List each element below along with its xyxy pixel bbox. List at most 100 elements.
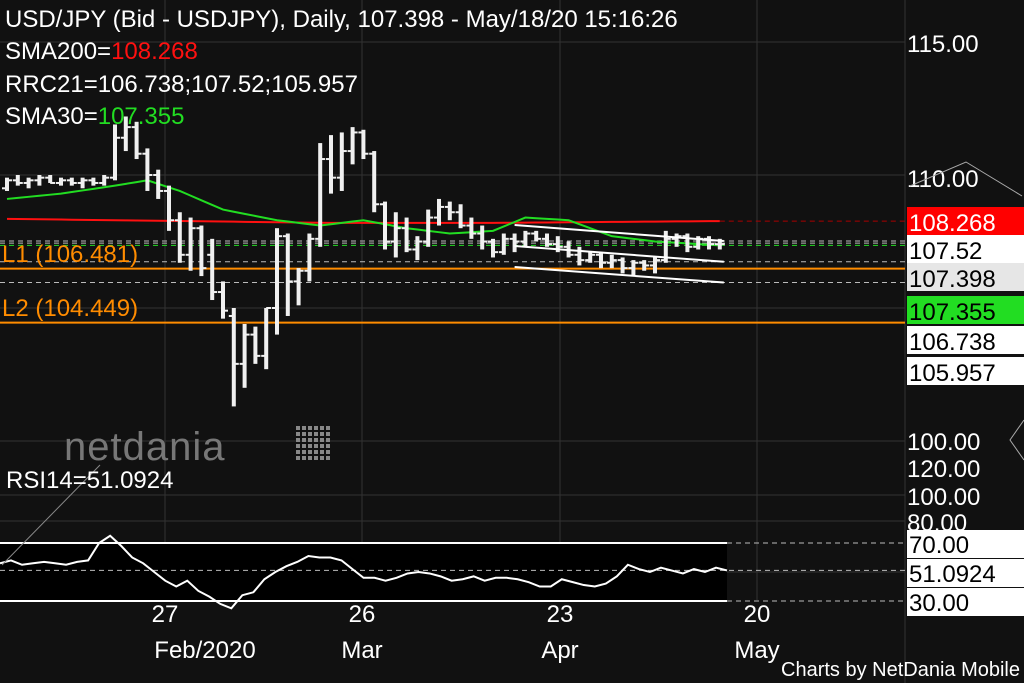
bar-range xyxy=(307,233,312,282)
sma200-value: 108.268 xyxy=(111,38,198,65)
l1-label: L1 (106.481) xyxy=(2,241,138,268)
bar-range xyxy=(48,175,53,183)
logo-cell xyxy=(326,438,330,442)
ohlc-bar xyxy=(326,135,336,194)
rsi-legend: RSI14=51.0924 xyxy=(6,467,173,494)
bar-range xyxy=(329,135,333,194)
logo-cell xyxy=(302,456,306,460)
ohlc-bar xyxy=(509,233,520,253)
ohlc-bar xyxy=(336,132,347,191)
bar-range xyxy=(588,252,593,263)
sma30-line xyxy=(6,179,720,247)
bar-range xyxy=(221,281,225,319)
ohlc-bar xyxy=(498,233,509,255)
bar-range xyxy=(253,326,258,364)
ohlc-bar xyxy=(45,175,56,184)
logo-cell xyxy=(320,432,324,436)
footer-credit: Charts by NetDania Mobile xyxy=(781,659,1020,681)
logo-cell xyxy=(320,456,324,460)
logo-cell xyxy=(320,444,324,448)
logo-cell xyxy=(314,456,318,460)
sma200-label: SMA200= xyxy=(5,38,111,65)
logo-cell xyxy=(302,450,306,454)
bar-range xyxy=(210,238,215,301)
ohlc-bar xyxy=(261,307,272,370)
logo-cell xyxy=(296,426,300,430)
price-tag-text: 106.738 xyxy=(909,329,996,356)
logo-cell xyxy=(314,450,318,454)
bar-range xyxy=(577,246,582,266)
ohlc-bar xyxy=(282,233,293,316)
ohlc-bar xyxy=(574,246,585,266)
ohlc-bar xyxy=(488,238,498,258)
ohlc-bar xyxy=(466,217,477,239)
day-tick: 27 xyxy=(152,601,179,628)
price-tags: 108.268107.52107.398 107.355 106.738 105.95… xyxy=(907,207,1024,387)
bar-range xyxy=(480,225,485,250)
bar-range xyxy=(113,124,117,181)
rsi-tag-text: 70.00 xyxy=(909,532,969,559)
bar-range xyxy=(145,148,150,191)
bar-range xyxy=(404,217,409,253)
sma30-value: 107.355 xyxy=(98,103,185,130)
ohlc-bar xyxy=(455,204,466,229)
logo-cell xyxy=(314,426,318,430)
price-chart[interactable]: netdania USD/JPY (Bid - USDJPY), Daily, … xyxy=(0,0,1024,683)
ohlc-bar xyxy=(250,326,261,364)
bar-range xyxy=(447,201,452,221)
logo-cell xyxy=(296,432,300,436)
day-tick: 20 xyxy=(744,601,771,628)
ohlc-bar xyxy=(477,225,488,250)
chart-title: USD/JPY (Bid - USDJPY), Daily, 107.398 -… xyxy=(5,6,678,33)
rrc21-legend: RRC21=106.738;107.52;105.957 xyxy=(5,71,358,98)
rsi-tag-text: 30.00 xyxy=(909,590,969,617)
price-tag-text: 107.355 xyxy=(909,299,996,326)
logo-grid-icon xyxy=(296,426,330,460)
logo-cell xyxy=(302,432,306,436)
time-axis[interactable]: 27 26 23 20 Feb/2020 Mar Apr May xyxy=(152,601,780,664)
ohlc-bar xyxy=(142,148,153,191)
bar-range xyxy=(102,175,107,186)
ohlc-bar xyxy=(272,228,282,335)
logo-cell xyxy=(296,450,300,454)
ohlc-bar xyxy=(23,177,34,189)
logo-cell xyxy=(320,438,324,442)
price-tick: 115.00 xyxy=(907,31,979,58)
axis-handle-icon[interactable] xyxy=(1009,419,1024,461)
ohlc-bar xyxy=(218,281,228,319)
sma200-legend: SMA200=108.268 xyxy=(5,38,198,65)
logo-cell xyxy=(296,456,300,460)
bar-range xyxy=(188,217,193,271)
ohlc-bar xyxy=(617,257,628,274)
ohlc-bar xyxy=(650,257,660,274)
logo-cell xyxy=(326,432,330,436)
ohlc-bar xyxy=(412,236,423,261)
ohlc-bar xyxy=(596,252,606,269)
ohlc-bar xyxy=(34,175,45,186)
bar-range xyxy=(437,198,441,226)
logo-cell xyxy=(308,456,312,460)
ohlc-bar xyxy=(585,252,596,263)
logo-cell xyxy=(296,438,300,442)
rsi-band xyxy=(0,543,727,601)
logo-cell xyxy=(314,444,318,448)
bar-range xyxy=(167,185,171,231)
logo-cell xyxy=(326,450,330,454)
logo-cell xyxy=(308,432,312,436)
ohlc-bar xyxy=(520,230,531,247)
bar-range xyxy=(339,132,344,191)
logo-cell xyxy=(302,438,306,442)
ohlc-bar xyxy=(369,151,380,213)
ohlc-bar xyxy=(77,177,88,189)
logo-cell xyxy=(314,438,318,442)
month-tick: Apr xyxy=(541,637,578,664)
ohlc-bar xyxy=(2,177,12,191)
ohlc-bar xyxy=(434,198,444,226)
bar-range xyxy=(91,177,96,186)
bar-range xyxy=(59,177,63,186)
bar-range xyxy=(469,217,474,239)
price-tag-text: 108.268 xyxy=(909,210,996,237)
l2-label: L2 (104.449) xyxy=(2,295,138,322)
price-tag-text: 107.52 xyxy=(909,238,982,265)
logo-cell xyxy=(314,432,318,436)
